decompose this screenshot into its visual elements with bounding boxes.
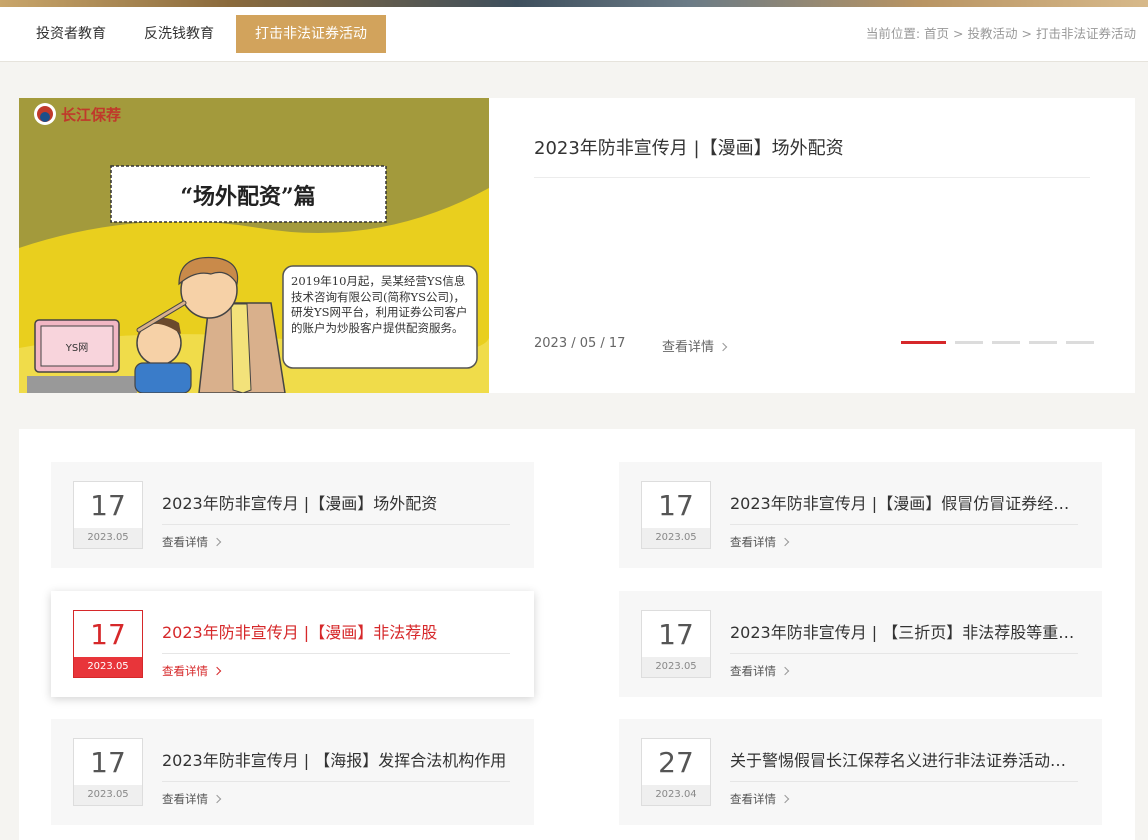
article-card[interactable]: 17 2023.05 2023年防非宣传月 | 【三折页】非法荐股等重点领域 查…: [619, 591, 1102, 697]
divider: [162, 524, 510, 525]
chevron-right-icon: [780, 537, 790, 547]
date-year-month: 2023.05: [74, 785, 142, 805]
date-day: 17: [658, 489, 694, 522]
article-title[interactable]: 2023年防非宣传月 |【漫画】场外配资: [162, 490, 512, 514]
breadcrumb-activities[interactable]: 投教活动: [968, 26, 1018, 41]
date-day: 27: [658, 746, 694, 779]
more-label: 查看详情: [162, 664, 208, 678]
article-more-link[interactable]: 查看详情: [730, 534, 790, 550]
article-title[interactable]: 2023年防非宣传月 | 【海报】发挥合法机构作用: [162, 747, 512, 771]
article-card[interactable]: 27 2023.04 关于警惕假冒长江保荐名义进行非法证券活动的声明 查看详情: [619, 719, 1102, 825]
logo-icon: [34, 103, 56, 125]
date-year-month: 2023.05: [642, 657, 710, 677]
chevron-right-icon: [780, 666, 790, 676]
featured-comic-image[interactable]: 长江保荐 “场外配资”篇 YS网 2019年10月起，吴某经营YS信息技术咨询有: [19, 98, 489, 393]
date-badge: 27 2023.04: [641, 738, 711, 806]
chevron-right-icon: [212, 794, 222, 804]
date-badge: 17 2023.05: [73, 610, 143, 678]
more-label: 查看详情: [162, 792, 208, 806]
breadcrumb-separator: >: [953, 26, 964, 41]
slider-dot-4[interactable]: [1029, 341, 1057, 344]
featured-date: 2023 / 05 / 17: [534, 336, 626, 351]
slider-dot-5[interactable]: [1066, 341, 1094, 344]
divider: [730, 653, 1078, 654]
slider-dot-3[interactable]: [992, 341, 1020, 344]
featured-more-link[interactable]: 查看详情: [662, 336, 728, 355]
chevron-right-icon: [212, 537, 222, 547]
date-badge: 17 2023.05: [73, 738, 143, 806]
date-badge: 17 2023.05: [641, 610, 711, 678]
tab-anti-money-laundering[interactable]: 反洗钱教育: [144, 15, 214, 53]
date-year-month: 2023.05: [642, 528, 710, 548]
article-title[interactable]: 2023年防非宣传月 | 【三折页】非法荐股等重点领域: [730, 619, 1080, 643]
chevron-right-icon: [718, 342, 728, 352]
top-banner-strip: [0, 0, 1148, 7]
divider: [162, 653, 510, 654]
slider-dot-1[interactable]: [901, 341, 946, 344]
article-more-link[interactable]: 查看详情: [162, 534, 222, 550]
comic-caption-title: “场外配资”篇: [180, 184, 315, 210]
article-more-link[interactable]: 查看详情: [162, 663, 222, 679]
comic-story-text: 2019年10月起，吴某经营YS信息技术咨询有限公司(简称YS公司)，研发YS网…: [291, 274, 468, 335]
chevron-right-icon: [212, 666, 222, 676]
tab-illegal-securities[interactable]: 打击非法证券活动: [236, 15, 386, 53]
breadcrumb: 当前位置: 首页 > 投教活动 > 打击非法证券活动: [866, 15, 1136, 53]
date-badge: 17 2023.05: [73, 481, 143, 549]
divider: [162, 781, 510, 782]
divider: [534, 177, 1090, 178]
chevron-right-icon: [780, 794, 790, 804]
more-label: 查看详情: [730, 535, 776, 549]
tab-investor-education[interactable]: 投资者教育: [36, 15, 106, 53]
date-year-month: 2023.04: [642, 785, 710, 805]
section-nav: 投资者教育 反洗钱教育 打击非法证券活动 当前位置: 首页 > 投教活动 > 打…: [0, 7, 1148, 62]
article-title[interactable]: 2023年防非宣传月 |【漫画】假冒仿冒证券经营机构: [730, 490, 1080, 514]
date-day: 17: [90, 489, 126, 522]
more-label: 查看详情: [730, 792, 776, 806]
more-label: 查看详情: [662, 340, 715, 355]
divider: [730, 524, 1078, 525]
article-more-link[interactable]: 查看详情: [730, 663, 790, 679]
featured-title[interactable]: 2023年防非宣传月 |【漫画】场外配资: [534, 134, 844, 160]
article-more-link[interactable]: 查看详情: [730, 791, 790, 807]
more-label: 查看详情: [730, 664, 776, 678]
date-day: 17: [658, 618, 694, 651]
slider-dot-2[interactable]: [955, 341, 983, 344]
breadcrumb-home[interactable]: 首页: [924, 26, 949, 41]
featured-slider: 长江保荐 “场外配资”篇 YS网 2019年10月起，吴某经营YS信息技术咨询有: [19, 98, 1135, 393]
article-card-hovered[interactable]: 17 2023.05 2023年防非宣传月 |【漫画】非法荐股 查看详情: [51, 591, 534, 697]
date-year-month: 2023.05: [74, 657, 142, 677]
date-day: 17: [90, 746, 126, 779]
article-title[interactable]: 关于警惕假冒长江保荐名义进行非法证券活动的声明: [730, 747, 1080, 771]
date-year-month: 2023.05: [74, 528, 142, 548]
article-card[interactable]: 17 2023.05 2023年防非宣传月 |【漫画】场外配资 查看详情: [51, 462, 534, 568]
date-day: 17: [90, 618, 126, 651]
divider: [730, 781, 1078, 782]
slider-pagination: [901, 341, 1094, 344]
logo-text: 长江保荐: [61, 106, 121, 124]
article-card[interactable]: 17 2023.05 2023年防非宣传月 |【漫画】假冒仿冒证券经营机构 查看…: [619, 462, 1102, 568]
article-title[interactable]: 2023年防非宣传月 |【漫画】非法荐股: [162, 619, 512, 643]
article-more-link[interactable]: 查看详情: [162, 791, 222, 807]
breadcrumb-separator: >: [1021, 26, 1032, 41]
breadcrumb-prefix: 当前位置:: [865, 26, 921, 41]
screen-text: YS网: [65, 342, 88, 354]
breadcrumb-current: 打击非法证券活动: [1035, 26, 1136, 41]
more-label: 查看详情: [162, 535, 208, 549]
date-badge: 17 2023.05: [641, 481, 711, 549]
article-card[interactable]: 17 2023.05 2023年防非宣传月 | 【海报】发挥合法机构作用 查看详…: [51, 719, 534, 825]
article-list: 17 2023.05 2023年防非宣传月 |【漫画】场外配资 查看详情 17 …: [19, 429, 1135, 840]
